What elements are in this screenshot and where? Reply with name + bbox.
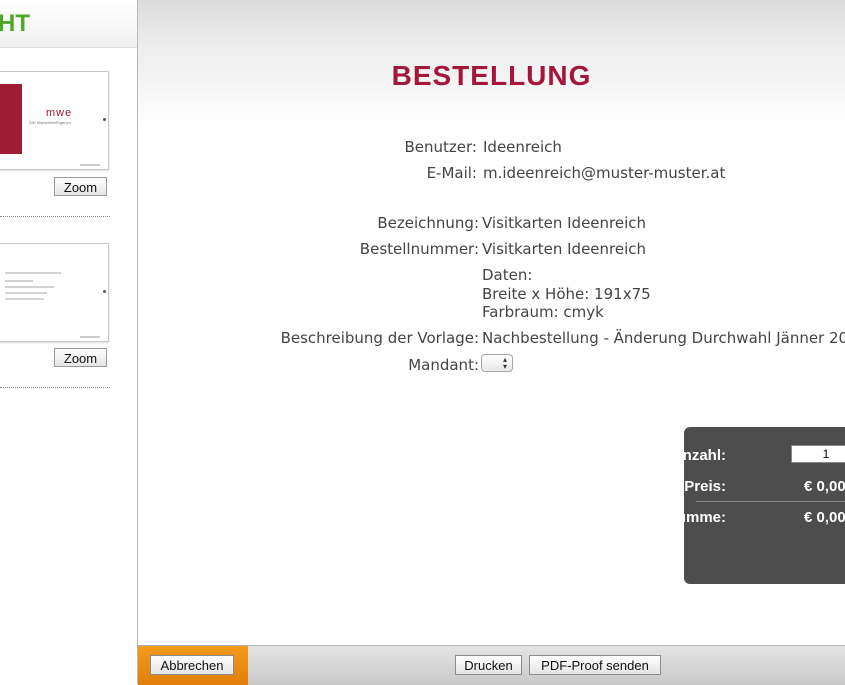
logo-subtitle: DIE MarketWerEigenen — [29, 120, 71, 125]
stk-preis-label: Stk. Preis: — [652, 478, 726, 495]
email-label: E-Mail: — [426, 164, 477, 182]
preview-thumbnail-front[interactable]: mwe DIE MarketWerEigenen — [0, 71, 109, 170]
benutzer-label: Benutzer: — [404, 138, 477, 156]
email-value: m.ideenreich@muster-muster.at — [483, 164, 726, 182]
card-text-lines — [5, 272, 75, 304]
card-footer-line — [80, 336, 100, 338]
mandant-select[interactable]: ▴ ▾ — [481, 354, 513, 372]
bestellnummer-label: Bestellnummer: — [359, 240, 479, 258]
cancel-area: Abbrechen — [138, 646, 248, 685]
divider — [0, 216, 110, 217]
preview-thumbnail-back[interactable] — [0, 243, 109, 342]
quantity-input[interactable]: 1 — [791, 445, 845, 463]
anzahl-label: Anzahl: — [671, 447, 726, 464]
summe-value: € 0,00 — [804, 509, 845, 526]
divider — [696, 501, 845, 502]
beschreibung-value: Nachbestellung - Änderung Durchwahl Jänn… — [482, 329, 845, 347]
beschreibung-label: Beschreibung der Vorlage: — [280, 329, 479, 347]
bezeichnung-value: Visitkarten Ideenreich — [482, 214, 647, 232]
select-arrows-icon: ▴ ▾ — [502, 355, 507, 371]
divider — [0, 387, 110, 388]
zoom-button-back[interactable]: Zoom — [54, 348, 107, 367]
send-pdf-proof-button[interactable]: PDF-Proof senden — [529, 655, 661, 675]
stk-preis-value: € 0,00 — [804, 478, 845, 495]
sidebar-header: HT — [0, 0, 137, 48]
farbraum-value: Farbraum: cmyk — [482, 303, 604, 321]
sidebar-title: HT — [0, 10, 30, 37]
card-footer-line — [80, 164, 100, 166]
mwe-logo: mwe — [46, 107, 73, 119]
action-bar: Abbrechen Drucken PDF-Proof senden — [138, 645, 845, 685]
bestellnummer-value: Visitkarten Ideenreich — [482, 240, 647, 258]
size-value: Breite x Höhe: 191x75 — [482, 285, 651, 303]
zoom-button-front[interactable]: Zoom — [54, 177, 107, 196]
price-summary-box: Anzahl: 1 Stk. Preis: € 0,00 Summe: € 0,… — [653, 427, 845, 584]
card-red-bar — [0, 84, 22, 154]
summe-label: Summe: — [666, 509, 726, 526]
page-title: BESTELLUNG — [391, 60, 592, 91]
bezeichnung-label: Bezeichnung: — [377, 214, 479, 232]
order-form: BESTELLUNG Benutzer: Ideenreich E-Mail: … — [138, 0, 845, 645]
print-button[interactable]: Drucken — [455, 655, 522, 675]
daten-label: Daten: — [482, 266, 533, 284]
mandant-label: Mandant: — [408, 356, 479, 374]
bullet-icon — [103, 290, 106, 293]
benutzer-value: Ideenreich — [483, 138, 562, 156]
cancel-button[interactable]: Abbrechen — [150, 655, 234, 675]
preview-sidebar: HT mwe DIE MarketWerEigenen Zoom Zoom — [0, 0, 138, 684]
bullet-icon — [103, 118, 106, 121]
